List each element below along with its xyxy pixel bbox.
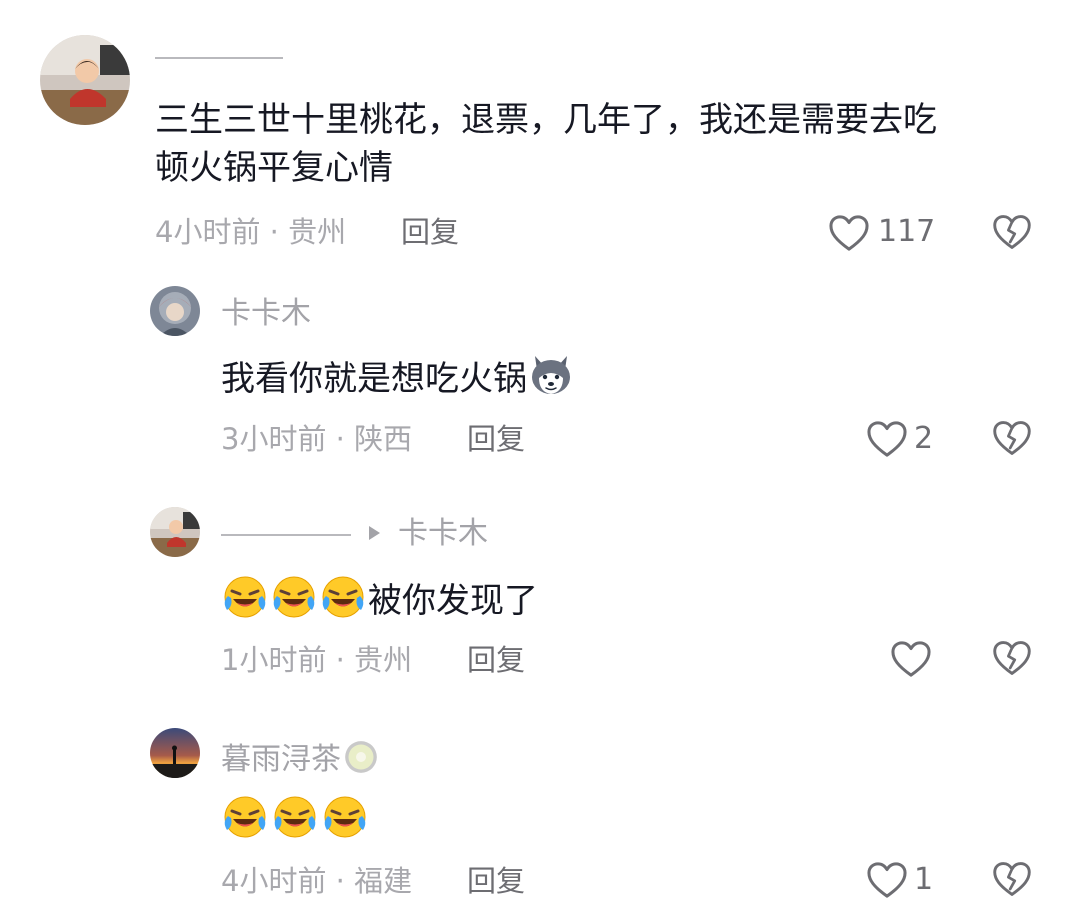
- avatar[interactable]: [40, 35, 130, 125]
- comment-meta: 4小时前 · 福建: [221, 864, 413, 898]
- username[interactable]: 卡卡木: [221, 296, 311, 332]
- laughing-crying-emoji: [221, 572, 269, 620]
- username-placeholder[interactable]: [155, 57, 283, 59]
- like-count: 2: [914, 421, 934, 456]
- comment-emojis: [221, 792, 371, 844]
- reply-text: 被你发现了: [221, 572, 538, 625]
- like-count: 117: [878, 214, 936, 249]
- reply-to-username[interactable]: 卡卡木: [398, 516, 488, 552]
- reply-text: 我看你就是想吃火锅: [221, 350, 576, 403]
- username-placeholder[interactable]: [221, 534, 351, 536]
- comment-meta: 4小时前 · 贵州: [155, 215, 347, 249]
- like-count: 1: [914, 862, 934, 897]
- broken-heart-icon[interactable]: [992, 639, 1032, 677]
- laughing-crying-emoji: [271, 792, 319, 840]
- reply-button[interactable]: 回复: [467, 863, 525, 899]
- avatar[interactable]: [150, 728, 200, 778]
- reply-button[interactable]: 回复: [401, 214, 459, 250]
- laughing-crying-emoji: [319, 572, 367, 620]
- broken-heart-icon[interactable]: [992, 860, 1032, 898]
- heart-icon[interactable]: [866, 420, 908, 458]
- laughing-crying-emoji: [221, 792, 269, 840]
- broken-heart-icon[interactable]: [992, 213, 1032, 251]
- husky-dog-emoji: [527, 350, 575, 398]
- reply-button[interactable]: 回复: [467, 642, 525, 678]
- laughing-crying-emoji: [270, 572, 318, 620]
- kiwi-emoji: [341, 737, 381, 777]
- avatar[interactable]: [150, 286, 200, 336]
- reply-button[interactable]: 回复: [467, 421, 525, 457]
- broken-heart-icon[interactable]: [992, 419, 1032, 457]
- heart-icon[interactable]: [828, 214, 870, 252]
- reply-meta: 1小时前 · 贵州: [221, 643, 413, 677]
- reply-meta: 3小时前 · 陕西: [221, 422, 413, 456]
- heart-icon[interactable]: [866, 861, 908, 899]
- avatar[interactable]: [150, 507, 200, 557]
- comment-text: 三生三世十里桃花，退票，几年了，我还是需要去吃 顿火锅平复心情: [155, 100, 937, 188]
- heart-icon[interactable]: [890, 640, 932, 678]
- reply-arrow-icon: [369, 526, 380, 540]
- username[interactable]: 暮雨浔茶: [221, 737, 382, 778]
- laughing-crying-emoji: [321, 792, 369, 840]
